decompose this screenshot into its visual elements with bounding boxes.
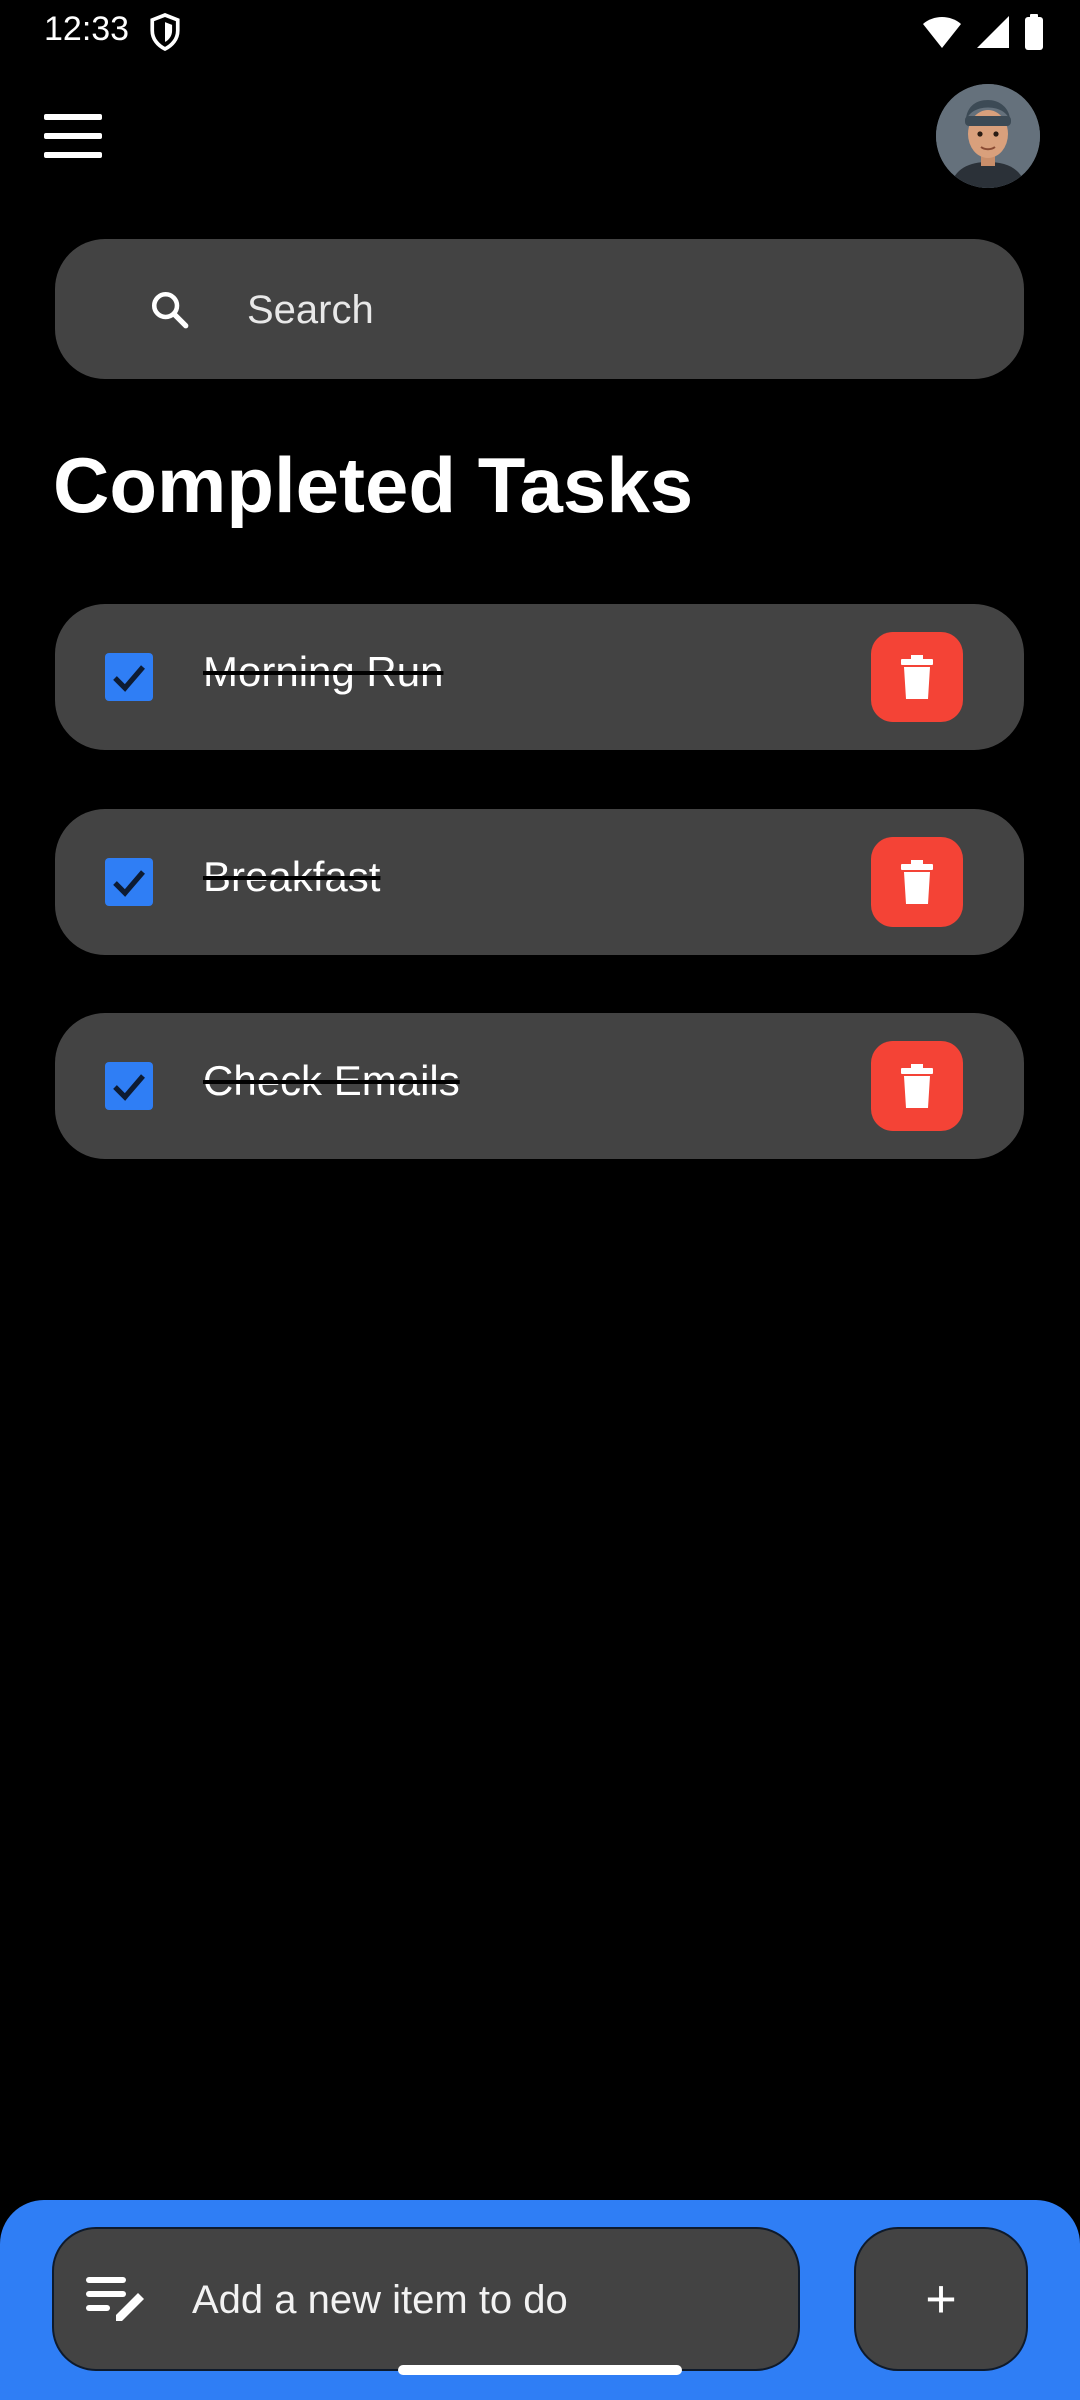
task-label: Check Emails xyxy=(203,1057,460,1104)
hamburger-menu-icon[interactable] xyxy=(40,112,106,160)
page-title: Completed Tasks xyxy=(53,441,694,529)
app-bar xyxy=(0,64,1080,214)
task-label: Breakfast xyxy=(203,853,381,900)
task-checkbox[interactable] xyxy=(105,1062,153,1110)
add-button[interactable]: + xyxy=(854,2227,1028,2371)
add-item-input[interactable] xyxy=(190,2269,784,2331)
trash-icon xyxy=(901,1064,933,1108)
avatar-image xyxy=(936,84,1040,188)
task-item: Breakfast xyxy=(55,809,1024,955)
task-item: Check Emails xyxy=(55,1013,1024,1159)
wifi-icon xyxy=(923,17,961,48)
user-avatar[interactable] xyxy=(936,84,1040,188)
delete-button[interactable] xyxy=(871,632,963,722)
delete-button[interactable] xyxy=(871,1041,963,1131)
delete-button[interactable] xyxy=(871,837,963,927)
task-checkbox[interactable] xyxy=(105,858,153,906)
checkmark-icon xyxy=(113,870,145,897)
search-icon xyxy=(151,291,189,329)
trash-icon xyxy=(901,655,933,699)
status-icons xyxy=(922,12,1044,52)
add-item-field[interactable] xyxy=(52,2227,800,2371)
signal-icon xyxy=(977,16,1009,48)
task-label: Morning Run xyxy=(203,648,444,695)
search-input[interactable] xyxy=(245,279,1009,341)
status-time: 12:33 xyxy=(44,10,130,48)
home-indicator xyxy=(398,2365,682,2375)
shield-icon xyxy=(150,13,180,52)
battery-icon xyxy=(1025,14,1043,50)
status-bar: 12:33 xyxy=(0,0,1080,64)
task-item: Morning Run xyxy=(55,604,1024,750)
edit-note-icon xyxy=(86,2277,144,2321)
search-bar[interactable] xyxy=(55,239,1024,379)
trash-icon xyxy=(901,860,933,904)
checkmark-icon xyxy=(113,665,145,692)
checkmark-icon xyxy=(113,1074,145,1101)
task-checkbox[interactable] xyxy=(105,653,153,701)
